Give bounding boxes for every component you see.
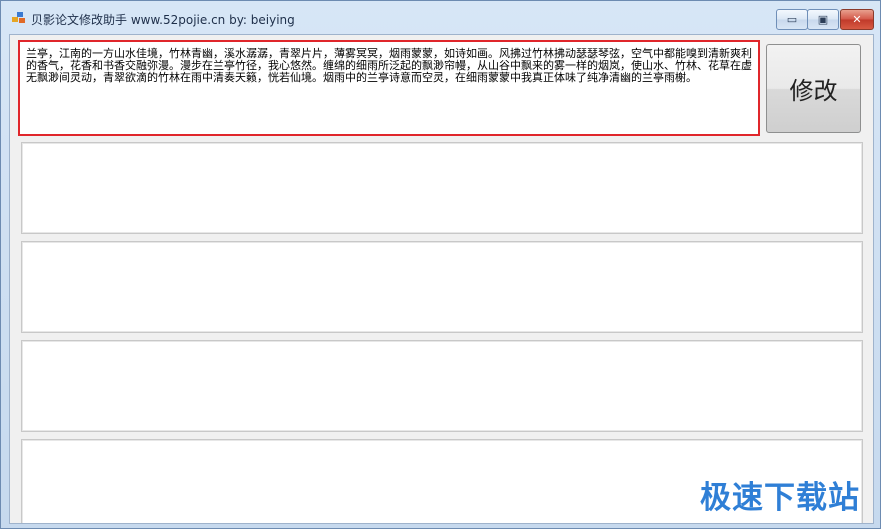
window-title: 贝影论文修改助手 www.52pojie.cn by: beiying <box>31 13 295 27</box>
output-box-1[interactable] <box>21 142 863 234</box>
maximize-icon: ▣ <box>817 13 829 26</box>
maximize-button[interactable]: ▣ <box>807 9 839 30</box>
app-icon[interactable] <box>12 12 26 24</box>
source-text-input[interactable]: 兰亭，江南的一方山水佳境，竹林青幽，溪水潺潺，青翠片片，薄雾冥冥，烟雨蒙蒙，如诗… <box>18 40 760 136</box>
close-icon: ✕ <box>852 13 862 26</box>
output-box-3[interactable] <box>21 340 863 432</box>
title-bar[interactable]: 贝影论文修改助手 www.52pojie.cn by: beiying ▭ ▣ … <box>1 1 880 35</box>
watermark-logo: 极速下载站 <box>700 480 860 516</box>
app-window: 贝影论文修改助手 www.52pojie.cn by: beiying ▭ ▣ … <box>0 0 881 529</box>
source-text-content[interactable]: 兰亭，江南的一方山水佳境，竹林青幽，溪水潺潺，青翠片片，薄雾冥冥，烟雨蒙蒙，如诗… <box>26 48 754 84</box>
close-button[interactable]: ✕ <box>840 9 874 30</box>
minimize-icon: ▭ <box>786 13 798 26</box>
modify-button[interactable]: 修改 <box>766 44 861 133</box>
output-box-2[interactable] <box>21 241 863 333</box>
client-area: 兰亭，江南的一方山水佳境，竹林青幽，溪水潺潺，青翠片片，薄雾冥冥，烟雨蒙蒙，如诗… <box>9 34 874 524</box>
minimize-button[interactable]: ▭ <box>776 9 808 30</box>
